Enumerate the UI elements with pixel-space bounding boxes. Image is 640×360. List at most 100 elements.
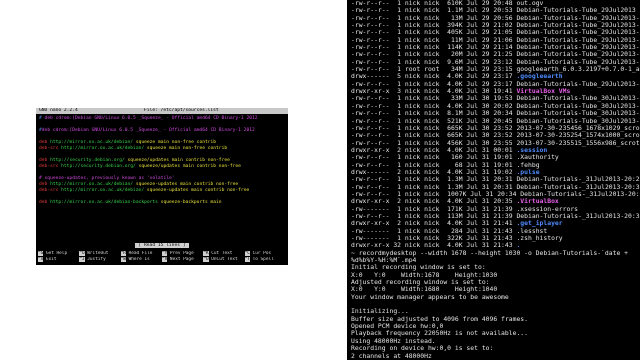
terminal-line-text: Opened PCM device hw:0,0 xyxy=(351,323,444,331)
terminal-line-text: ~ recordmydesktop --width 1678 --height … xyxy=(351,249,629,257)
nano-line-segment: http://mirror.ox.ac.uk/debian/ xyxy=(50,182,136,187)
terminal-file-name: .lesshst xyxy=(516,227,548,235)
terminal-line: Initializing... xyxy=(351,308,640,315)
terminal-file-name: Debian-Tutorials-Tube_30Jul2013- xyxy=(516,110,640,118)
terminal-line: -rw-r--r-- 1 nick nick 521K Jul 30 20:45… xyxy=(351,118,640,125)
terminal-line-text: X:0 Y:0 Width:1680 Height:1040 xyxy=(351,286,498,294)
terminal-line: -rw-r--r-- 1 nick nick 394K Jul 29 21:02… xyxy=(351,22,640,29)
terminal-line-text: drwxr-xr-x 32 nick nick 4.0K Jul 31 21:4… xyxy=(351,242,517,250)
terminal-line: drwx------ 5 nick nick 4.0K Jul 29 23:17… xyxy=(351,73,640,80)
terminal-line: -rw-r--r-- 1 nick nick 68 Jul 31 19:01 .… xyxy=(351,162,640,169)
terminal-line-text: -rw------- 1 nick nick 322K Jul 31 21:43 xyxy=(351,235,517,242)
terminal-line-text: -rw-r--r-- 1 nick nick 1.1M Jul 29 20:53 xyxy=(351,7,517,15)
terminal-file-name: Debian-Tutorials-Tube_29Jul2013 xyxy=(516,7,636,15)
terminal-line-text: drwxr-xr-x 2 nick nick 4.0K Jul 31 21:41 xyxy=(351,220,517,228)
nano-shortcut-label: Get Help xyxy=(43,251,68,256)
nano-line-segment: deb xyxy=(39,200,51,205)
terminal-line-text: drwx------ 2 nick nick 4.0K Jul 31 19:02 xyxy=(351,168,517,176)
terminal-line: -rw-r--r-- 1 nick nick 405K Jul 29 21:05… xyxy=(351,29,640,36)
terminal-line-text: -rw-r--r-- 1 nick nick 68 Jul 31 19:01 xyxy=(351,161,517,169)
nano-line[interactable]: # deb cdrom:[Debian GNU/Linux 6.0.5 _Squ… xyxy=(39,116,285,122)
terminal-line-text: -rw-r--r-- 1 nick nick 405K Jul 29 21:05 xyxy=(351,29,517,37)
terminal-line: -rw-r--r-- 1 nick nick 665K Jul 30 23:52… xyxy=(351,125,640,132)
terminal-line: drwxr-xr-x 2 nick nick 4.0K Jul 31 20:35… xyxy=(351,198,640,205)
terminal-line: -rw------- 1 nick nick 171K Jul 31 21:39… xyxy=(351,206,640,213)
terminal-line: -rw-r--r-- 1 nick nick 13M Jul 29 20:56 … xyxy=(351,15,640,22)
terminal-line: -rw-r--r-- 1 nick nick 4.0K Jul 29 23:17… xyxy=(351,81,640,88)
terminal-file-name: .VirtualBox xyxy=(516,198,559,206)
terminal-file-name: VirtualBox VMs xyxy=(516,88,571,96)
terminal-file-name: Debian-Tutorials-_31Jul2013-20:3 xyxy=(520,190,640,198)
terminal-line-text: -rw------- 1 nick nick 171K Jul 31 21:39 xyxy=(351,205,517,213)
nano-shortcut-label: Next Page xyxy=(167,257,194,262)
nano-line-segment: squeeze main non-free contrib xyxy=(135,140,217,145)
terminal-line-text: 2 channels at 48000Hz xyxy=(351,352,432,360)
nano-line-segment: deb cdrom:[Debian GNU/Linux 6.0.5 _Squee… xyxy=(41,128,255,133)
terminal-line-text: drwxr-xr-x 2 nick nick 4.0K Jul 31 00:01 xyxy=(351,146,517,154)
terminal-line-text: -rw-r--r-- 1 nick nick 610K Jul 29 20:48 xyxy=(351,0,517,7)
terminal-file-name: .zsh_history xyxy=(516,235,563,242)
terminal-file-name: Debian-Tutorials-_31Jul2013-20:3 xyxy=(516,183,640,191)
nano-line-segment: http://mirror.ox.ac.uk/debian/ xyxy=(61,188,147,193)
nano-text-area[interactable]: # deb cdrom:[Debian GNU/Linux 6.0.5 _Squ… xyxy=(36,114,288,206)
nano-line-segment: squeeze/updates main contrib non-free xyxy=(138,164,241,169)
terminal-file-name: .xsession-errors xyxy=(516,205,579,213)
nano-shortcut: ^T To Spell xyxy=(244,257,286,263)
terminal-line: -rw-r--r-- 1 nick nick 610K Jul 29 20:48… xyxy=(351,0,640,7)
terminal-line: -rw-r--r-- 1 nick nick 9.6M Jul 29 23:12… xyxy=(351,59,640,66)
terminal-line-text: -rw-r--r-- 1 nick nick 521K Jul 30 20:45 xyxy=(351,117,517,125)
terminal-line: Using 48000Hz instead. xyxy=(351,338,640,345)
terminal-line-text: -rw-r--r-- 1 nick nick 33M Jul 30 19:53 xyxy=(351,95,517,103)
nano-line-segment: http://mirror.ox.ac.uk/debian-backports xyxy=(50,200,161,205)
terminal-file-name: googleearth_6.0.3.2197+0.7.0-1_a xyxy=(516,66,640,74)
terminal-file-name: Debian-Tutorials-_31Jul2013-20:3 xyxy=(516,212,640,220)
terminal-file-name: Debian-Tutorials-Tube_29Jul2013- xyxy=(516,44,640,52)
terminal-line-text: Buffer size adjusted to 4096 from 4096 f… xyxy=(351,315,528,323)
nano-line[interactable]: deb-src http://mirror.ox.ac.uk/debian/ s… xyxy=(39,188,285,194)
terminal-window[interactable]: -rw-r--r-- 1 nick nick 610K Jul 29 20:48… xyxy=(351,0,640,360)
nano-line[interactable]: #deb cdrom:[Debian GNU/Linux 6.0.5 _Sque… xyxy=(39,128,285,134)
terminal-file-name: Debian-Tutorials-Tube_29Jul2013- xyxy=(516,22,640,30)
nano-line-segment: deb-src xyxy=(39,164,62,169)
terminal-line: Adjusted recording window is set to: xyxy=(351,279,640,286)
terminal-line: drwxr-xr-x 3 nick nick 4.0K Jul 30 19:41… xyxy=(351,88,640,95)
nano-version: GNU nano 2.2.4 xyxy=(39,108,78,113)
nano-line-segment: squeeze main non-free contrib xyxy=(146,146,228,151)
terminal-line: -rw-r--r-- 1 root root 34M Jul 29 23:15 … xyxy=(351,66,640,73)
terminal-line: -rw-r--r-- 1 nick nick 1.1M Jul 29 20:53… xyxy=(351,7,640,14)
terminal-line: -rw-r--r-- 1 nick nick 1007K Jul 31 20:3… xyxy=(351,191,640,198)
terminal-file-name: Debian-Tutorials-Tube_30Jul2013- xyxy=(516,102,640,110)
terminal-line: drwxr-xr-x 2 nick nick 4.0K Jul 31 21:41… xyxy=(351,220,640,227)
nano-shortcut: ^U UnCut Text xyxy=(203,257,244,263)
terminal-line-text: Adjusted recording window is set to: xyxy=(351,279,490,287)
terminal-line-text: X:0 Y:0 Width:1678 Height:1030 xyxy=(351,271,498,279)
terminal-line-text: Playback frequency 22050Hz is not availa… xyxy=(351,330,528,338)
terminal-line: -rw-r--r-- 1 nick nick 4.0K Jul 30 20:02… xyxy=(351,103,640,110)
terminal-line: X:0 Y:0 Width:1680 Height:1040 xyxy=(351,286,640,293)
terminal-line: -rw-r--r-- 1 nick nick 456K Jul 30 23:55… xyxy=(351,140,640,147)
terminal-line: Buffer size adjusted to 4096 from 4096 f… xyxy=(351,316,640,323)
terminal-line-text: -rw-r--r-- 1 nick nick 665K Jul 30 23:52 xyxy=(351,124,517,132)
terminal-line: -rw-r--r-- 1 nick nick 8.1M Jul 30 20:34… xyxy=(351,110,640,117)
nano-line[interactable]: deb http://mirror.ox.ac.uk/debian-backpo… xyxy=(39,200,285,206)
terminal-line: -rw-r--r-- 1 nick nick 20M Jul 29 21:25 … xyxy=(351,51,640,58)
nano-shortcut: ^X Exit xyxy=(38,257,79,263)
terminal-line: X:0 Y:0 Width:1678 Height:1030 xyxy=(351,272,640,279)
terminal-line: Recording on device hw:0,0 is set to: xyxy=(351,345,640,352)
terminal-line-text: drwxr-xr-x 2 nick nick 4.0K Jul 31 20:35 xyxy=(351,198,517,206)
terminal-file-name: .get_iplayer xyxy=(516,220,563,228)
terminal-file-name: .Xauthority xyxy=(516,154,559,162)
terminal-line: -rw-r--r-- 1 nick nick 160 Jul 31 19:01 … xyxy=(351,154,640,161)
terminal-line-text: Initializing... xyxy=(351,308,409,316)
terminal-file-name: .session xyxy=(516,146,548,154)
terminal-file-name: .pulse xyxy=(516,168,540,176)
terminal-file-name: Debian-Tutorials-Tube_29Jul2013- xyxy=(516,29,640,37)
nano-editor-window[interactable]: GNU nano 2.2.4 File: /etc/apt/sources.li… xyxy=(36,108,288,265)
terminal-file-name: Debian-Tutorials-Tube_29Jul2013- xyxy=(516,51,640,59)
terminal-line: Initial recording window is set to: xyxy=(351,264,640,271)
nano-shortcut-label: Prev Page xyxy=(167,251,194,256)
nano-line-segment: deb cdrom:[Debian GNU/Linux 6.0.5 _Squee… xyxy=(44,116,258,121)
terminal-line: drwxr-xr-x 2 nick nick 4.0K Jul 31 00:01… xyxy=(351,147,640,154)
nano-shortcut-label: Justify xyxy=(84,257,106,262)
